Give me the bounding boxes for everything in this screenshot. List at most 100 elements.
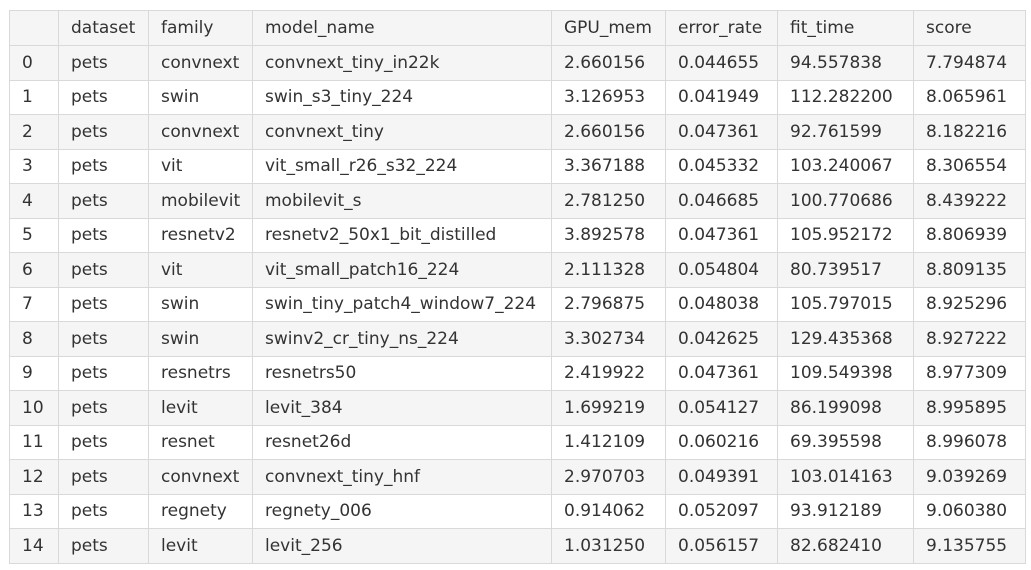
- model-name-cell: regnety_006: [252, 493, 552, 529]
- error-rate-cell: 0.044655: [665, 45, 778, 81]
- table-row: 10 pets levit levit_384 1.699219 0.054127 86.1…: [9, 390, 1026, 426]
- model-name-cell: vit_small_r26_s32_224: [252, 148, 552, 184]
- family-cell: vit: [148, 252, 253, 288]
- dataset-cell: pets: [58, 424, 149, 460]
- score-cell: 8.977309: [913, 355, 1026, 391]
- gpu-mem-cell: 2.970703: [551, 459, 666, 495]
- column-header-model-name: model_name: [252, 10, 552, 46]
- error-rate-cell: 0.054804: [665, 252, 778, 288]
- gpu-mem-cell: 3.367188: [551, 148, 666, 184]
- score-cell: 8.809135: [913, 252, 1026, 288]
- error-rate-cell: 0.047361: [665, 217, 778, 253]
- dataset-cell: pets: [58, 321, 149, 357]
- model-name-cell: resnet26d: [252, 424, 552, 460]
- model-name-cell: convnext_tiny_in22k: [252, 45, 552, 81]
- table-row: 1 pets swin swin_s3_tiny_224 3.126953 0.04194…: [9, 79, 1026, 115]
- gpu-mem-cell: 1.031250: [551, 528, 666, 564]
- gpu-mem-cell: 3.892578: [551, 217, 666, 253]
- fit-time-cell: 93.912189: [777, 493, 914, 529]
- gpu-mem-cell: 0.914062: [551, 493, 666, 529]
- table-row: 9 pets resnetrs resnetrs50 2.419922 0.047361 1…: [9, 355, 1026, 391]
- family-cell: resnetrs: [148, 355, 253, 391]
- model-name-cell: resnetrs50: [252, 355, 552, 391]
- table-row: 0 pets convnext convnext_tiny_in22k 2.660156…: [9, 45, 1026, 81]
- family-cell: vit: [148, 148, 253, 184]
- family-cell: convnext: [148, 45, 253, 81]
- fit-time-cell: 100.770686: [777, 183, 914, 219]
- results-table-container: dataset family model_name GPU_mem error_…: [9, 10, 1026, 564]
- row-index-cell: 8: [9, 321, 59, 357]
- row-index-cell: 13: [9, 493, 59, 529]
- column-header-index: [9, 10, 59, 46]
- family-cell: swin: [148, 286, 253, 322]
- dataset-cell: pets: [58, 45, 149, 81]
- results-table: dataset family model_name GPU_mem error_…: [9, 10, 1026, 564]
- row-index-cell: 6: [9, 252, 59, 288]
- model-name-cell: resnetv2_50x1_bit_distilled: [252, 217, 552, 253]
- score-cell: 7.794874: [913, 45, 1026, 81]
- table-row: 14 pets levit levit_256 1.031250 0.056157 82.6…: [9, 528, 1026, 564]
- table-row: 7 pets swin swin_tiny_patch4_window7_224 2.7…: [9, 286, 1026, 322]
- model-name-cell: vit_small_patch16_224: [252, 252, 552, 288]
- row-index-cell: 4: [9, 183, 59, 219]
- dataset-cell: pets: [58, 459, 149, 495]
- family-cell: levit: [148, 528, 253, 564]
- fit-time-cell: 92.761599: [777, 114, 914, 150]
- table-row: 2 pets convnext convnext_tiny 2.660156 0.0473…: [9, 114, 1026, 150]
- gpu-mem-cell: 1.699219: [551, 390, 666, 426]
- error-rate-cell: 0.052097: [665, 493, 778, 529]
- table-row: 13 pets regnety regnety_006 0.914062 0.052097…: [9, 493, 1026, 529]
- row-index-cell: 14: [9, 528, 59, 564]
- table-row: 6 pets vit vit_small_patch16_224 2.111328 0.0…: [9, 252, 1026, 288]
- gpu-mem-cell: 3.302734: [551, 321, 666, 357]
- row-index-cell: 7: [9, 286, 59, 322]
- family-cell: convnext: [148, 459, 253, 495]
- score-cell: 8.925296: [913, 286, 1026, 322]
- row-index-cell: 2: [9, 114, 59, 150]
- dataset-cell: pets: [58, 183, 149, 219]
- family-cell: levit: [148, 390, 253, 426]
- dataset-cell: pets: [58, 252, 149, 288]
- fit-time-cell: 129.435368: [777, 321, 914, 357]
- row-index-cell: 3: [9, 148, 59, 184]
- gpu-mem-cell: 2.781250: [551, 183, 666, 219]
- model-name-cell: convnext_tiny: [252, 114, 552, 150]
- gpu-mem-cell: 1.412109: [551, 424, 666, 460]
- fit-time-cell: 105.797015: [777, 286, 914, 322]
- column-header-error-rate: error_rate: [665, 10, 778, 46]
- row-index-cell: 12: [9, 459, 59, 495]
- row-index-cell: 11: [9, 424, 59, 460]
- column-header-family: family: [148, 10, 253, 46]
- score-cell: 8.306554: [913, 148, 1026, 184]
- error-rate-cell: 0.045332: [665, 148, 778, 184]
- error-rate-cell: 0.054127: [665, 390, 778, 426]
- model-name-cell: levit_256: [252, 528, 552, 564]
- table-row: 3 pets vit vit_small_r26_s32_224 3.367188 0.0…: [9, 148, 1026, 184]
- family-cell: mobilevit: [148, 183, 253, 219]
- score-cell: 9.135755: [913, 528, 1026, 564]
- score-cell: 8.182216: [913, 114, 1026, 150]
- score-cell: 8.995895: [913, 390, 1026, 426]
- model-name-cell: convnext_tiny_hnf: [252, 459, 552, 495]
- error-rate-cell: 0.047361: [665, 355, 778, 391]
- column-header-dataset: dataset: [58, 10, 149, 46]
- dataset-cell: pets: [58, 528, 149, 564]
- fit-time-cell: 103.240067: [777, 148, 914, 184]
- gpu-mem-cell: 3.126953: [551, 79, 666, 115]
- score-cell: 8.439222: [913, 183, 1026, 219]
- score-cell: 8.806939: [913, 217, 1026, 253]
- row-index-cell: 1: [9, 79, 59, 115]
- table-row: 5 pets resnetv2 resnetv2_50x1_bit_distilled…: [9, 217, 1026, 253]
- model-name-cell: swin_s3_tiny_224: [252, 79, 552, 115]
- fit-time-cell: 103.014163: [777, 459, 914, 495]
- family-cell: swin: [148, 79, 253, 115]
- family-cell: convnext: [148, 114, 253, 150]
- dataset-cell: pets: [58, 79, 149, 115]
- table-body: 0 pets convnext convnext_tiny_in22k 2.660156…: [9, 45, 1026, 564]
- dataset-cell: pets: [58, 217, 149, 253]
- error-rate-cell: 0.049391: [665, 459, 778, 495]
- family-cell: resnetv2: [148, 217, 253, 253]
- table-row: 8 pets swin swinv2_cr_tiny_ns_224 3.302734 0.…: [9, 321, 1026, 357]
- model-name-cell: swinv2_cr_tiny_ns_224: [252, 321, 552, 357]
- dataset-cell: pets: [58, 114, 149, 150]
